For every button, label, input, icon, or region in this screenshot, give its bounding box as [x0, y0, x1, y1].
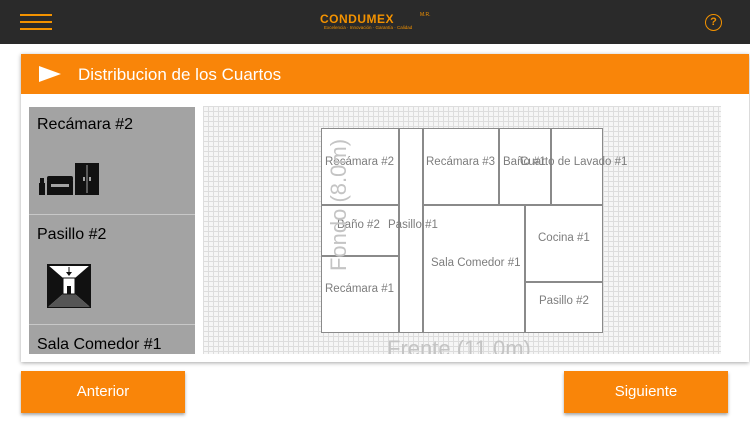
plan-label-pasillo-2: Pasillo #2 [539, 295, 589, 307]
plan-room-pasillo-2[interactable] [525, 282, 603, 333]
hamburger-menu-icon[interactable] [20, 12, 52, 32]
room-list-label: Sala Comedor #1 [37, 336, 162, 353]
fondo-dimension-label: Fondo (8.0m) [326, 138, 352, 272]
card-header: Distribucion de los Cuartos [21, 54, 749, 94]
card-title: Distribucion de los Cuartos [78, 65, 282, 84]
previous-button[interactable]: Anterior [21, 371, 185, 413]
next-button[interactable]: Siguiente [564, 371, 728, 413]
plan-room-sala-comedor-1[interactable] [423, 205, 525, 333]
room-list[interactable]: Recámara #2 Pasillo #2 Sala Comedor #1 [29, 107, 195, 354]
floor-plan: Recámara #2 Recámara #3 Baño #1 Cuarto d… [203, 106, 721, 354]
play-arrow-icon [39, 66, 61, 82]
room-list-item-sala-comedor-1[interactable]: Sala Comedor #1 [29, 327, 195, 354]
room-distribution-card: Distribucion de los Cuartos Recámara #2 [21, 54, 749, 362]
plan-label-pasillo-1: Pasillo #1 [388, 219, 438, 231]
plan-label-recamara-3: Recámara #3 [426, 156, 496, 168]
logo-trademark: M.R. [420, 12, 431, 18]
help-question-icon[interactable]: ? [705, 14, 722, 31]
plan-label-cocina-1: Cocina #1 [538, 232, 590, 244]
top-bar: CONDUMEX M.R. Excelencia · Innovación · … [0, 0, 750, 44]
plan-label-recamara-1: Recámara #1 [325, 283, 395, 295]
room-list-label: Recámara #2 [37, 116, 134, 133]
condumex-logo: CONDUMEX M.R. Excelencia · Innovación · … [320, 12, 440, 34]
frente-dimension-label: Frente (11.0m) [387, 336, 531, 354]
room-list-item-recamara-2[interactable]: Recámara #2 [29, 107, 195, 215]
hallway-icon [47, 264, 91, 308]
logo-tagline: Excelencia · Innovación · Garantía · Cal… [324, 25, 413, 30]
plan-label-sala-comedor-1: Sala Comedor #1 [431, 257, 521, 269]
plan-label-cuarto-lavado-1: Cuarto de Lavado #1 [520, 156, 628, 168]
logo-name: CONDUMEX [320, 12, 395, 26]
room-list-label: Pasillo #2 [37, 226, 107, 243]
bedroom-furniture-icon [37, 159, 101, 199]
room-list-item-pasillo-2[interactable]: Pasillo #2 [29, 217, 195, 325]
